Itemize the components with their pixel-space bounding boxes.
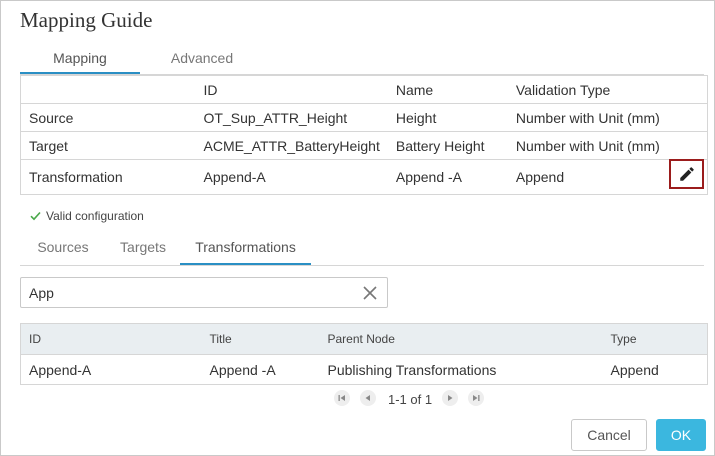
validation-status-text: Valid configuration	[46, 209, 144, 223]
cell-title: Append -A	[209, 361, 276, 378]
row-id: OT_Sup_ATTR_Height	[195, 103, 388, 132]
check-icon	[30, 211, 41, 221]
pencil-icon	[679, 167, 694, 181]
row-label: Transformation	[29, 169, 123, 185]
summary-header-name: Name	[387, 75, 508, 104]
top-tabs: Mapping Advanced	[20, 41, 704, 75]
cell-id: Append-A	[29, 361, 92, 378]
page-range: 1-1 of 1	[388, 391, 433, 407]
transformations-table: ID Title Parent Node Type Append-A Appen…	[20, 323, 708, 385]
column-header-parent-node[interactable]: Parent Node	[319, 323, 603, 355]
row-id: Append-A	[203, 169, 266, 185]
row-id: ACME_ATTR_BatteryHeight	[195, 131, 388, 160]
table-row[interactable]: Append-A Append -A Publishing Transforma…	[21, 355, 708, 385]
last-page-icon	[473, 395, 480, 401]
tab-targets[interactable]: Targets	[106, 228, 180, 266]
row-label: Source	[20, 103, 196, 132]
summary-row-target: Target ACME_ATTR_BatteryHeight Battery H…	[20, 131, 708, 160]
tab-advanced[interactable]: Advanced	[140, 41, 264, 75]
cancel-button[interactable]: Cancel	[571, 419, 647, 451]
dialog-title: Mapping Guide	[20, 8, 153, 32]
first-page-button[interactable]	[334, 390, 350, 406]
column-header-id[interactable]: ID	[20, 323, 202, 355]
summary-header-id: ID	[195, 75, 388, 104]
row-name: Height	[387, 103, 508, 132]
tab-mapping[interactable]: Mapping	[20, 41, 140, 75]
edit-transformation-button[interactable]	[669, 159, 704, 189]
summary-row-source: Source OT_Sup_ATTR_Height Height Number …	[20, 103, 708, 132]
close-icon[interactable]	[362, 285, 378, 301]
search-input[interactable]	[29, 284, 349, 302]
pagination: 1-1 of 1	[334, 387, 494, 409]
ok-button[interactable]: OK	[656, 419, 706, 451]
next-page-button[interactable]	[442, 390, 459, 406]
column-header-title[interactable]: Title	[201, 323, 320, 355]
row-name: Append -A	[395, 169, 463, 185]
summary-row-transformation: Transformation Append-A Append -A Append	[21, 160, 708, 195]
search-box	[20, 277, 388, 308]
previous-page-button[interactable]	[360, 390, 376, 406]
mapping-guide-dialog: Mapping Guide Mapping Advanced ID Name V…	[0, 0, 715, 456]
next-page-icon	[448, 395, 453, 401]
cell-parent-node: Publishing Transformations	[327, 361, 497, 378]
row-name: Battery Height	[387, 131, 508, 160]
tab-transformations[interactable]: Transformations	[180, 228, 311, 266]
mapping-summary-table: ID Name Validation Type Source OT_Sup_AT…	[20, 75, 708, 195]
summary-header-row: ID Name Validation Type	[20, 75, 708, 104]
results-header-row: ID Title Parent Node Type	[20, 323, 708, 355]
row-label: Target	[20, 131, 196, 160]
summary-header-validation-type: Validation Type	[507, 75, 708, 104]
previous-page-icon	[365, 395, 370, 401]
bottom-tabs: Sources Targets Transformations	[20, 228, 704, 266]
validation-status: Valid configuration	[30, 209, 144, 223]
column-header-type[interactable]: Type	[602, 323, 708, 355]
cell-type: Append	[610, 361, 659, 378]
summary-header-blank	[20, 75, 196, 104]
tab-sources[interactable]: Sources	[20, 228, 106, 266]
row-validation-type: Number with Unit (mm)	[507, 103, 708, 132]
tab-divider	[20, 265, 704, 266]
first-page-icon	[338, 395, 345, 401]
row-validation-type: Number with Unit (mm)	[507, 131, 708, 160]
last-page-button[interactable]	[468, 390, 485, 406]
